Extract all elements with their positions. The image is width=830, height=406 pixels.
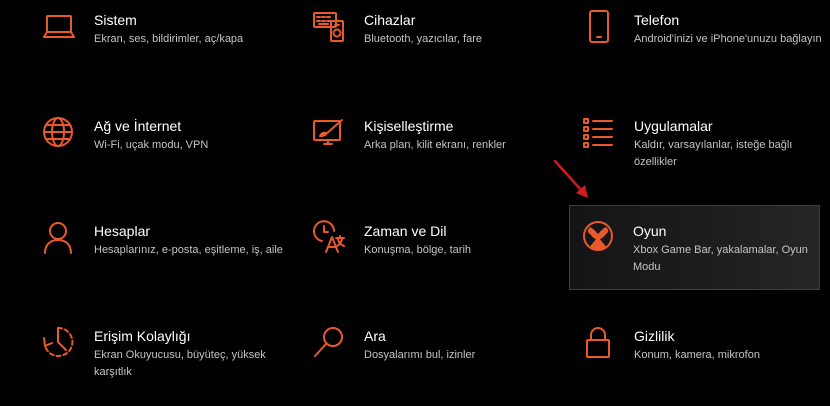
tile-uygulamalar[interactable]: Uygulamalar Kaldır, varsayılanlar, isteğ…: [582, 116, 830, 196]
tile-title: Uygulamalar: [634, 118, 713, 134]
tile-description: Ekran, ses, bildirimler, aç/kapa: [94, 33, 244, 45]
tile-description: Kaldır, varsayılanlar, isteğe bağlı özel…: [634, 139, 793, 168]
tile-title: Hesaplar: [94, 223, 151, 239]
accessibility-icon: [42, 326, 76, 360]
tile-title: Zaman ve Dil: [364, 223, 447, 239]
tile-cihazlar[interactable]: Cihazlar Bluetooth, yazıcılar, fare: [312, 10, 567, 90]
annotation-arrow-icon: [553, 159, 588, 198]
time-language-icon: [312, 220, 346, 255]
laptop-icon: [42, 10, 76, 44]
tile-description: Konuşma, bölge, tarih: [364, 244, 472, 256]
personalization-icon: [312, 116, 346, 150]
tile-kisisellestirme[interactable]: Kişiselleştirme Arka plan, kilit ekranı,…: [312, 116, 567, 196]
tile-description: Android'inizi ve iPhone'unuzu bağlayın: [634, 33, 822, 45]
tile-title: Ara: [364, 328, 386, 344]
tile-title: Cihazlar: [364, 12, 416, 28]
tile-description: Dosyalarımı bul, izinler: [364, 349, 476, 361]
tile-title: Erişim Kolaylığı: [94, 328, 191, 344]
tile-title: Sistem: [94, 12, 137, 28]
phone-icon: [582, 10, 616, 44]
tile-zaman-ve-dil[interactable]: Zaman ve Dil Konuşma, bölge, tarih: [312, 220, 567, 301]
search-icon: [312, 326, 346, 360]
tile-title: Gizlilik: [634, 328, 675, 344]
tile-ag-ve-internet[interactable]: Ağ ve İnternet Wi-Fi, uçak modu, VPN: [42, 116, 297, 196]
tile-description: Ekran Okuyucusu, büyüteç, yüksek karşıtl…: [94, 349, 266, 378]
apps-list-icon: [582, 116, 616, 150]
person-icon: [42, 221, 76, 255]
tile-oyun[interactable]: Oyun Xbox Game Bar, yakalamalar, Oyun Mo…: [569, 205, 820, 290]
tile-description: Konum, kamera, mikrofon: [634, 349, 760, 361]
tile-erisim-kolayligi[interactable]: Erişim Kolaylığı Ekran Okuyucusu, büyüte…: [42, 326, 297, 406]
tile-title: Oyun: [633, 223, 667, 239]
tile-ara[interactable]: Ara Dosyalarımı bul, izinler: [312, 326, 567, 406]
devices-icon: [312, 10, 346, 44]
globe-icon: [42, 116, 76, 150]
tile-description: Arka plan, kilit ekranı, renkler: [364, 139, 506, 151]
xbox-icon: [582, 220, 616, 254]
tile-telefon[interactable]: Telefon Android'inizi ve iPhone'unuzu ba…: [582, 10, 830, 90]
lock-icon: [582, 326, 616, 360]
tile-description: Wi-Fi, uçak modu, VPN: [94, 139, 209, 151]
tile-title: Telefon: [634, 12, 680, 28]
tile-sistem[interactable]: Sistem Ekran, ses, bildirimler, aç/kapa: [42, 10, 297, 90]
tile-description: Xbox Game Bar, yakalamalar, Oyun Modu: [633, 244, 808, 273]
tile-title: Kişiselleştirme: [364, 118, 454, 134]
tile-description: Bluetooth, yazıcılar, fare: [364, 33, 483, 45]
tile-gizlilik[interactable]: Gizlilik Konum, kamera, mikrofon: [582, 326, 830, 406]
tile-title: Ağ ve İnternet: [94, 118, 182, 134]
tile-description: Hesaplarınız, e-posta, eşitleme, iş, ail…: [94, 244, 283, 256]
tile-hesaplar[interactable]: Hesaplar Hesaplarınız, e-posta, eşitleme…: [42, 221, 297, 301]
